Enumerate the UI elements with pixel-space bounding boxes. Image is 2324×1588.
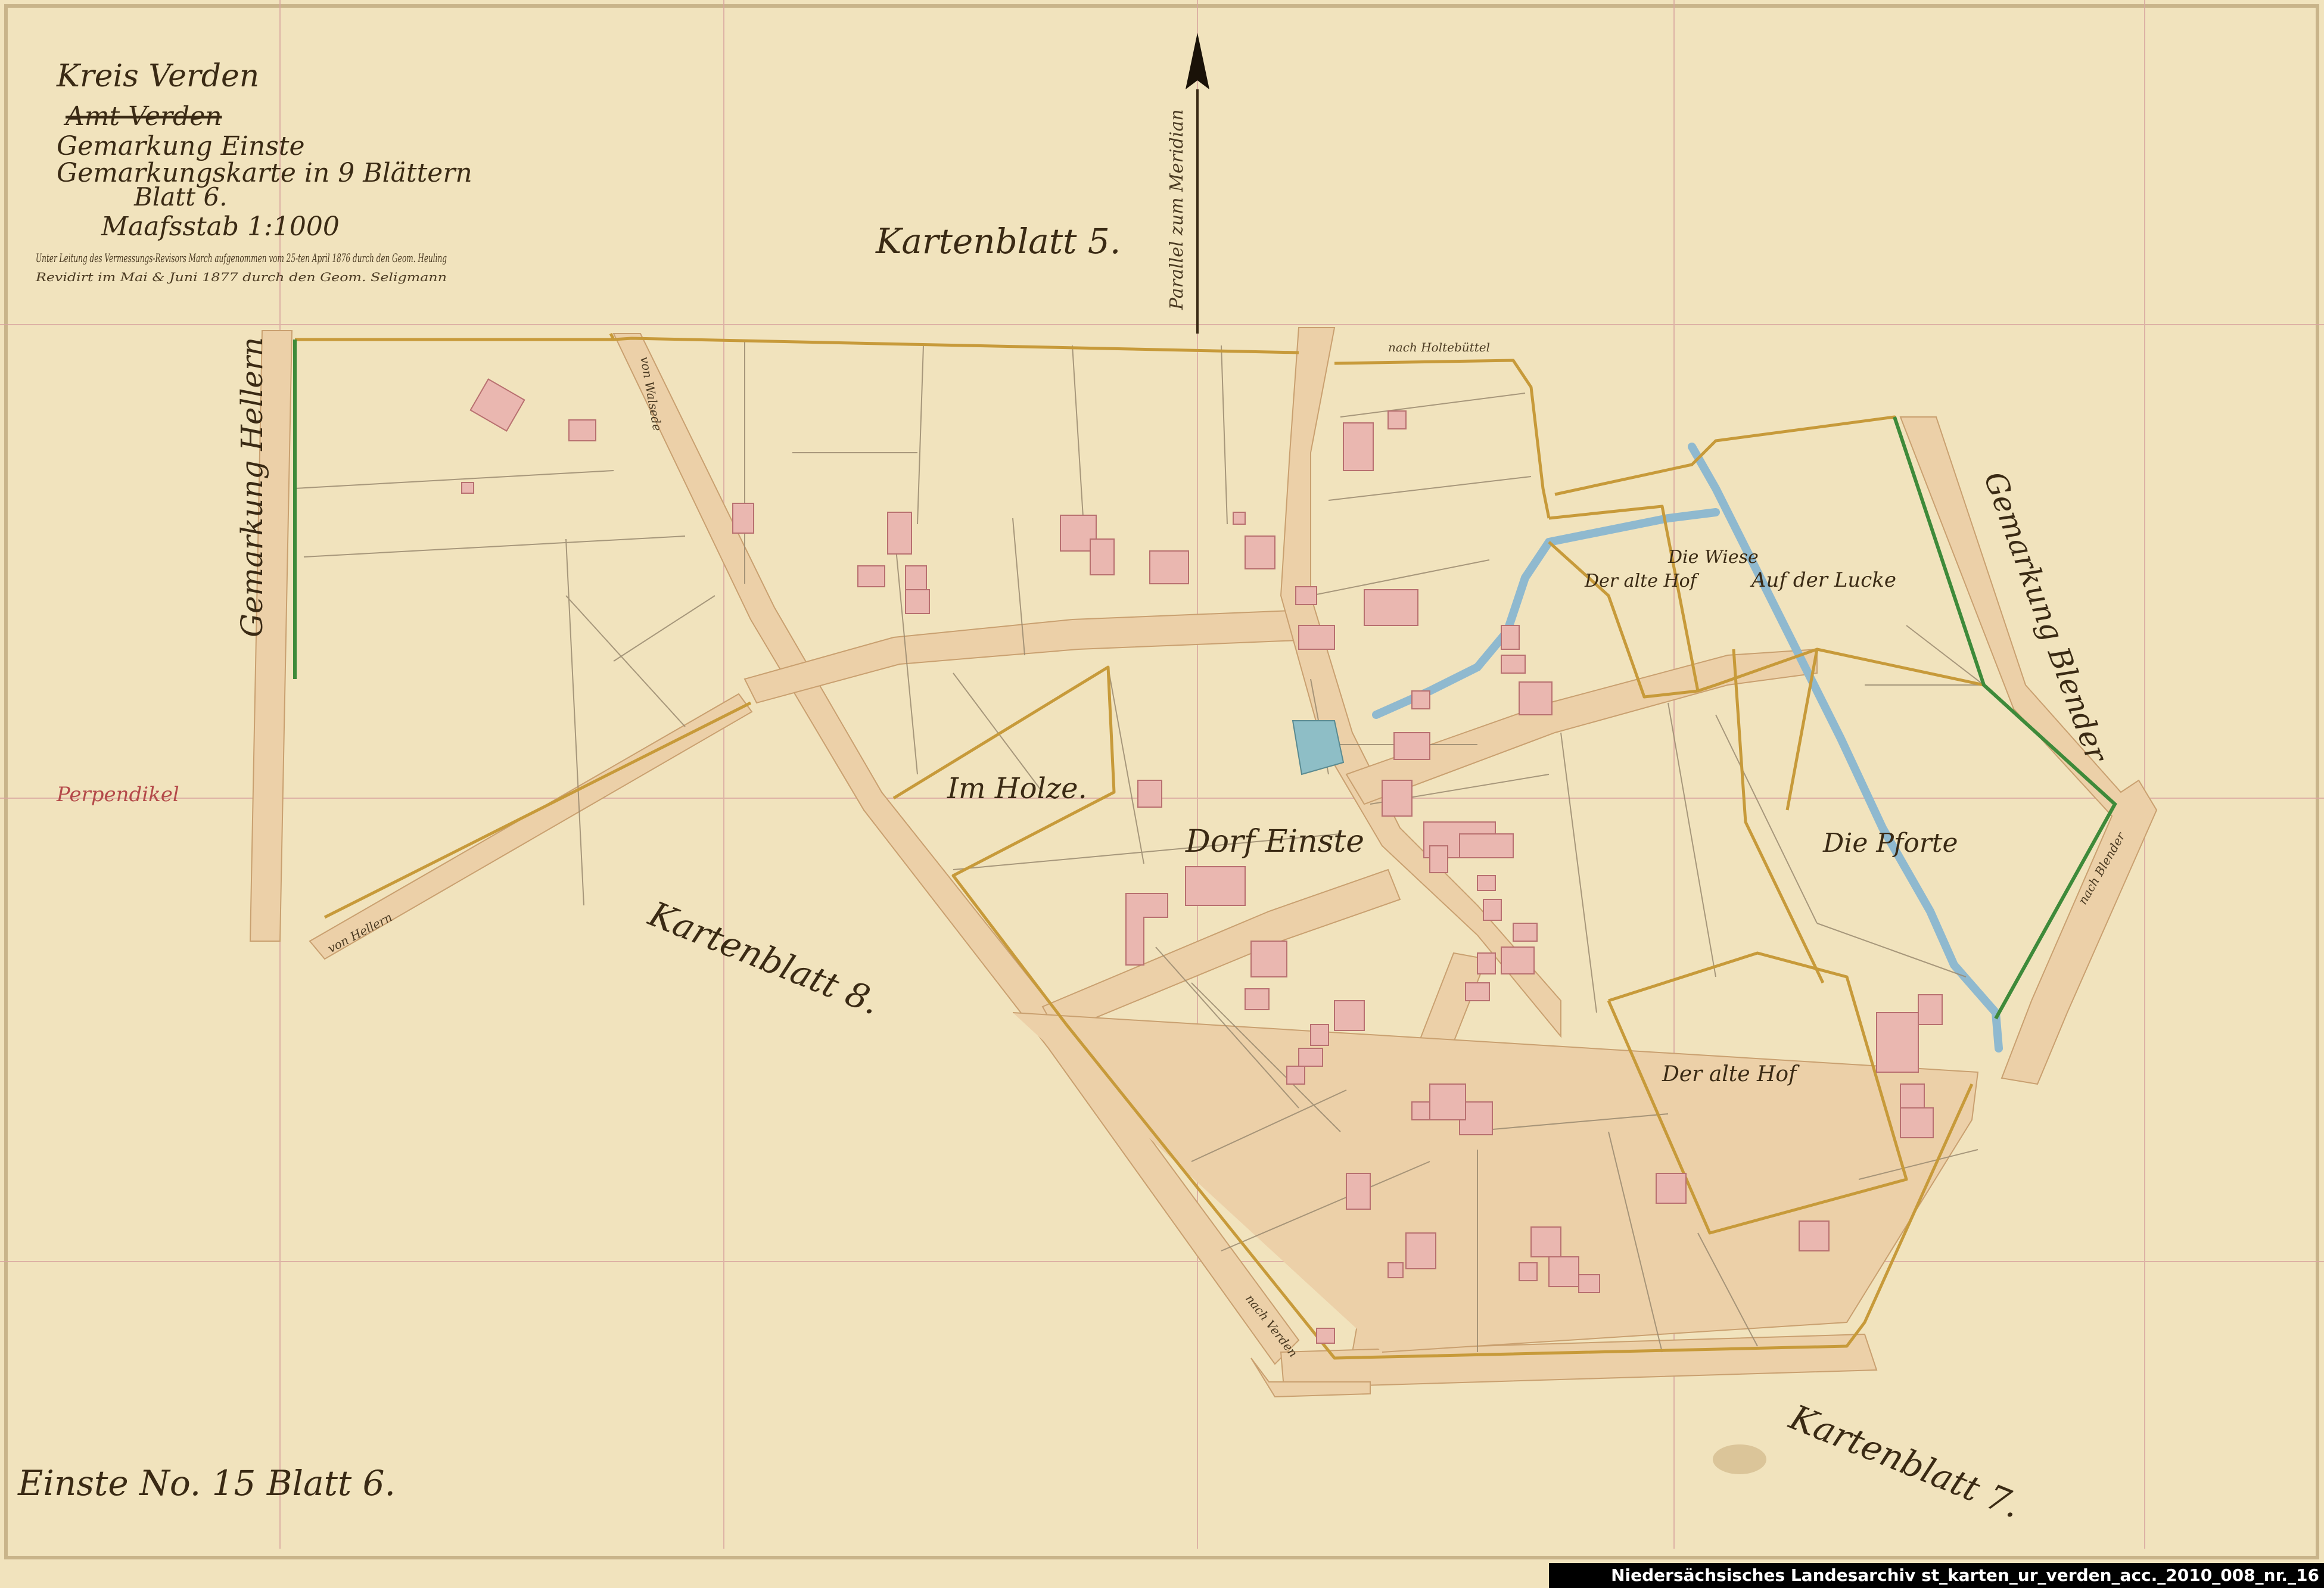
- label-kartenblatt-5: Kartenblatt 5.: [875, 221, 1121, 261]
- sheet-title: Einste No. 15 Blatt 6.: [17, 1463, 396, 1503]
- label-auf-der-lucke: Auf der Lucke: [1750, 568, 1896, 592]
- header-line-2: Gemarkung Einste: [57, 131, 305, 161]
- label-perpendikel: Perpendikel: [56, 783, 179, 807]
- header-line-3: Gemarkungskarte in 9 Blättern: [57, 158, 472, 188]
- cadastral-map: Kreis Verden Amt Verden Gemarkung Einste…: [0, 0, 2324, 1588]
- header-line-5: Maafsstab 1:1000: [101, 211, 340, 242]
- header-line-4: Blatt 6.: [133, 182, 228, 211]
- header-note-2: Revidirt im Mai & Juni 1877 durch den Ge…: [35, 270, 447, 284]
- header-note: Unter Leitung des Vermessungs-Revisors M…: [36, 251, 447, 265]
- paper-stain: [1713, 1444, 1766, 1474]
- label-dorf-einste: Dorf Einste: [1185, 824, 1364, 860]
- label-die-pforte: Die Pforte: [1822, 828, 1958, 858]
- label-gemarkung-hellern: Gemarkung Hellern: [235, 337, 269, 637]
- label-alte-hof-south: Der alte Hof: [1662, 1062, 1800, 1086]
- header-line-0: Kreis Verden: [56, 58, 259, 94]
- label-im-holze: Im Holze.: [947, 772, 1087, 805]
- label-alte-hof-north: Der alte Hof: [1584, 571, 1700, 591]
- label-nach-holtebuttel: nach Holtebüttel: [1388, 340, 1490, 354]
- label-die-wiese: Die Wiese: [1667, 547, 1759, 568]
- header-line-1: Amt Verden: [63, 101, 222, 132]
- north-label: Parallel zum Meridian: [1166, 109, 1187, 310]
- archive-footer: Niedersächsisches Landesarchiv st_karten…: [1549, 1563, 2324, 1588]
